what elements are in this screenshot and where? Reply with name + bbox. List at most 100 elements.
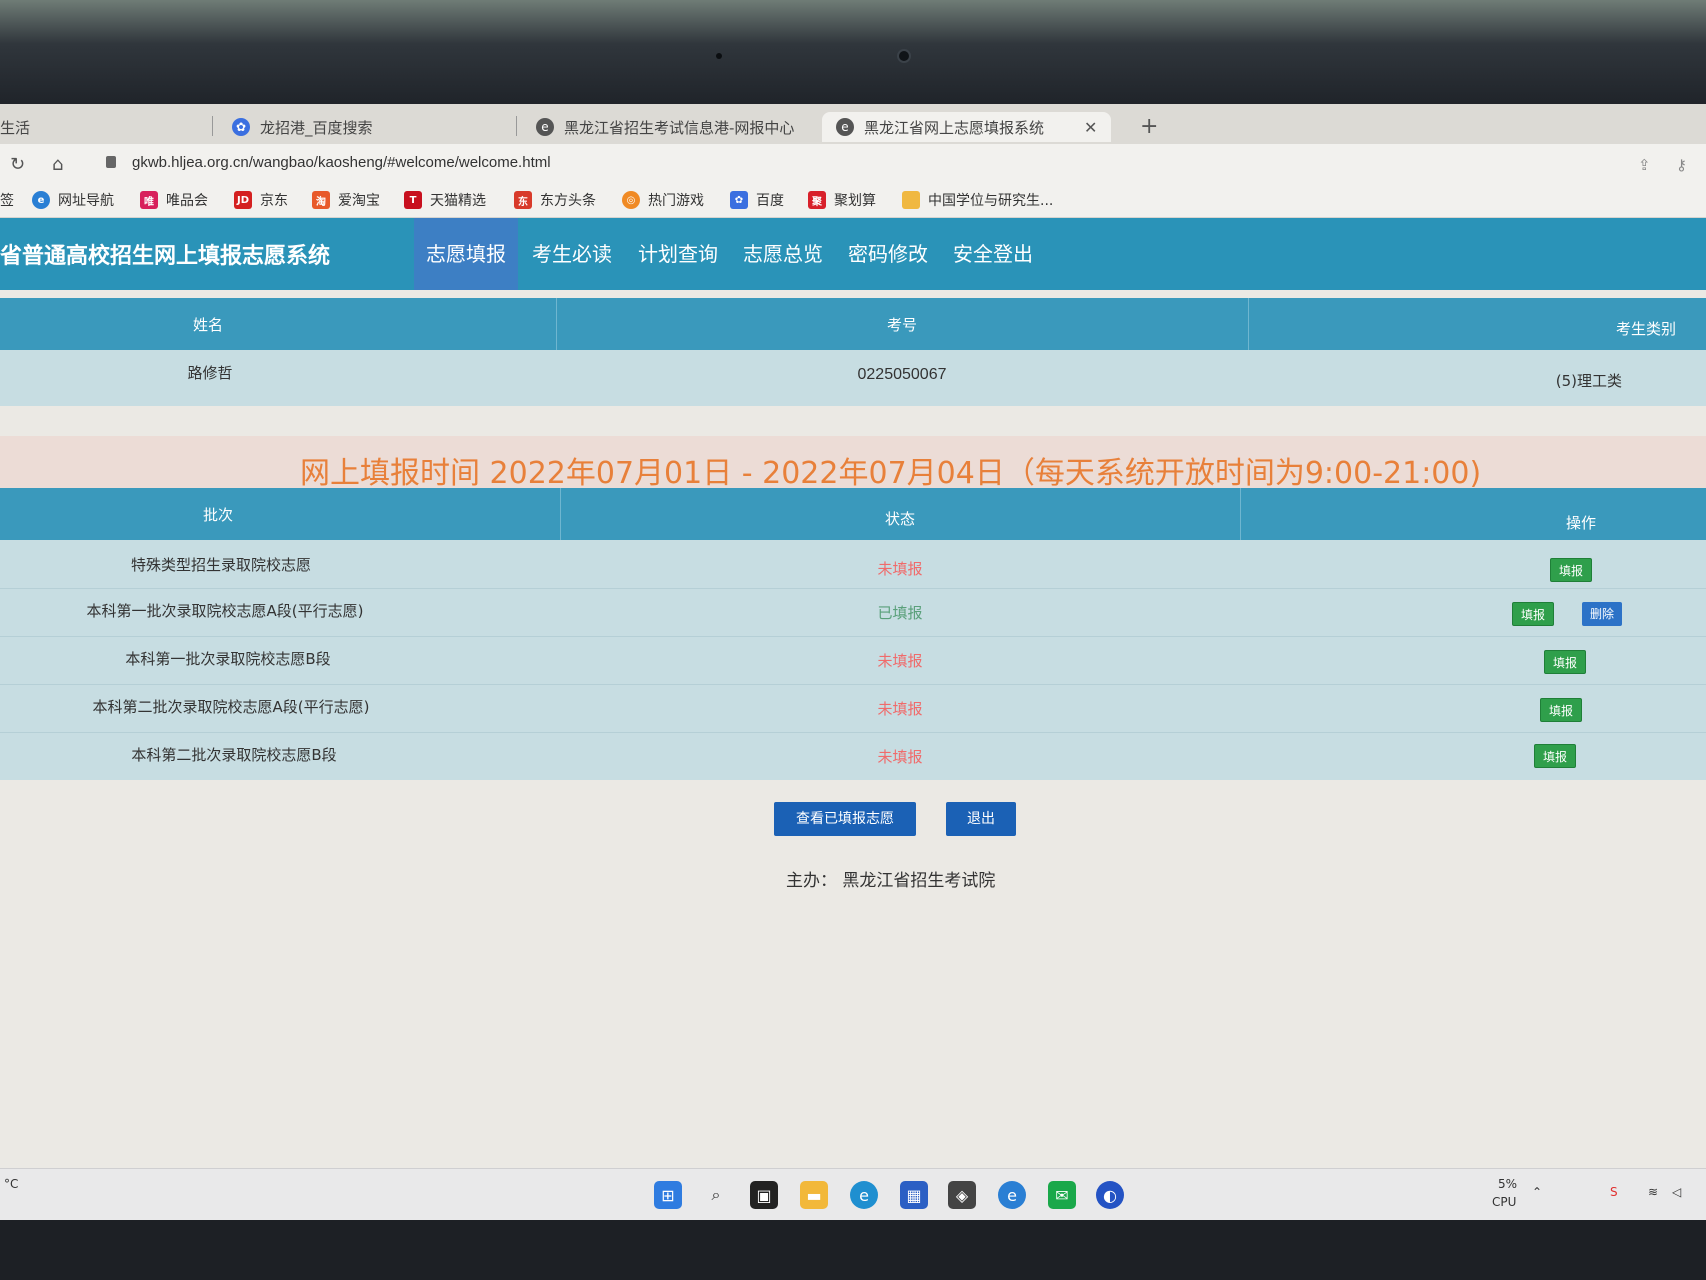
baidu-paw-icon: ✿ [232,118,250,136]
header-batch: 批次 [202,506,233,524]
vip-icon: 唯 [140,191,158,209]
app-icon[interactable]: ◈ [948,1181,976,1209]
bookmark-label: 签 [0,193,14,209]
bookmark-item[interactable]: 东东方头条 [514,190,596,210]
site-title: 省普通高校招生网上填报志愿系统 [0,244,331,269]
header-operation: 操作 [1565,514,1596,532]
bookmark-label: 中国学位与研究生... [928,193,1054,209]
browser-e-icon[interactable]: e [998,1181,1026,1209]
sensor-dot [716,53,722,59]
bookmark-item[interactable]: ◎ 热门游戏 [622,190,704,210]
jd-icon: JD [234,191,252,209]
student-category: (5)理工类 [1555,372,1622,390]
row-divider [0,588,1706,589]
taskbar: °C ⊞ ⌕ ▣ ▬ e ▦ ◈ e ✉ ◐ 5% CPU ⌃ S ≋ ◁ [0,1168,1706,1220]
toutiao-icon: 东 [514,191,532,209]
menu-password[interactable]: 密码修改 [836,218,940,290]
bookmark-label: 天猫精选 [430,193,486,209]
fill-button[interactable]: 填报 [1540,698,1583,722]
tab-label: 龙招港_百度搜索 [260,118,373,137]
e-icon: e [32,191,50,209]
reload-icon[interactable]: ↻ [10,154,25,175]
bookmark-label: 爱淘宝 [338,193,380,209]
folder-icon [902,191,920,209]
student-table-row: 路修哲 0225050067 (5)理工类 [0,350,1706,406]
file-explorer-icon[interactable]: ▬ [800,1181,828,1209]
bookmark-item[interactable]: JD 京东 [234,190,288,210]
header-category: 考生类别 [1615,320,1676,338]
chevron-up-icon[interactable]: ⌃ [1532,1185,1542,1199]
batch-status: 已填报 [877,604,923,622]
bookmark-label: 热门游戏 [648,193,704,209]
tab-separator [516,116,517,136]
volume-icon[interactable]: ◁ [1672,1185,1681,1199]
baidu-paw-icon: ✿ [730,191,748,209]
tab-life[interactable]: 生活 [0,112,30,142]
bookmark-item[interactable]: e 网址导航 [32,190,114,210]
store-icon[interactable]: ▦ [900,1181,928,1209]
delete-button[interactable]: 删除 [1582,602,1623,626]
row-divider [0,636,1706,637]
exit-button[interactable]: 退出 [946,802,1016,836]
bookmark-item[interactable]: 中国学位与研究生... [902,190,1053,210]
weather-temp: °C [4,1177,19,1191]
share-icon[interactable]: ⇪ [1638,156,1651,174]
key-icon[interactable]: ⚷ [1676,156,1687,174]
menu-plan-query[interactable]: 计划查询 [626,218,730,290]
batch-table-body: 特殊类型招生录取院校志愿 未填报 填报 本科第一批次录取院校志愿A段(平行志愿)… [0,540,1706,780]
menu-logout[interactable]: 安全登出 [941,218,1045,290]
tab-info-port[interactable]: e 黑龙江省招生考试信息港-网报中心 [536,112,794,142]
batch-name: 本科第一批次录取院校志愿A段(平行志愿) [86,602,364,620]
bookmark-label: 唯品会 [166,193,208,209]
task-view-icon[interactable]: ▣ [750,1181,778,1209]
windows-start-icon[interactable]: ⊞ [654,1181,682,1209]
student-table-header: 姓名 考号 考生类别 [0,298,1706,350]
search-icon[interactable]: ⌕ [702,1181,730,1209]
menu-overview[interactable]: 志愿总览 [731,218,835,290]
bookmark-label: 网址导航 [58,193,114,209]
wifi-icon[interactable]: ≋ [1648,1185,1658,1199]
fill-button[interactable]: 填报 [1550,558,1593,582]
bookmark-label: 聚划算 [834,193,876,209]
fill-button[interactable]: 填报 [1534,744,1577,768]
edge-icon[interactable]: e [850,1181,878,1209]
batch-status: 未填报 [877,700,923,718]
mail-icon[interactable]: ✉ [1048,1181,1076,1209]
monitor-bezel-top [0,0,1706,110]
close-icon[interactable]: ✕ [1084,118,1097,137]
app-blue-icon[interactable]: ◐ [1096,1181,1124,1209]
fill-button[interactable]: 填报 [1544,650,1587,674]
bookmark-item[interactable]: 淘爱淘宝 [312,190,380,210]
batch-status: 未填报 [877,748,923,766]
cpu-percent: 5% [1498,1177,1518,1191]
site-header: 省普通高校招生网上填报志愿系统 志愿填报 考生必读 计划查询 志愿总览 密码修改… [0,218,1706,290]
fill-time-text: 网上填报时间 2022年07月01日 - 2022年07月04日（每天系统开放时… [300,456,1482,491]
bookmark-label: 东方头条 [540,193,596,209]
bookmark-item[interactable]: T 天猫精选 [404,190,486,210]
sogou-icon[interactable]: S [1610,1185,1618,1199]
bookmark-item[interactable]: ✿ 百度 [730,190,784,210]
home-icon[interactable]: ⌂ [52,154,63,175]
url-field[interactable]: gkwb.hljea.org.cn/wangbao/kaosheng/#welc… [132,154,551,171]
tab-baidu-search[interactable]: ✿ 龙招港_百度搜索 [232,112,373,142]
address-bar: ↻ ⌂ gkwb.hljea.org.cn/wangbao/kaosheng/#… [0,144,1706,184]
tab-separator [212,116,213,136]
batch-name: 特殊类型招生录取院校志愿 [130,556,311,574]
tab-label: 黑龙江省网上志愿填报系统 [864,118,1045,137]
bookmark-item[interactable]: 唯唯品会 [140,190,208,210]
bookmark-item[interactable]: 签 [0,190,14,210]
juhuasuan-icon: 聚 [808,191,826,209]
browser-e-icon: e [836,118,854,136]
fill-button[interactable]: 填报 [1512,602,1555,626]
tmall-icon: T [404,191,422,209]
menu-must-read[interactable]: 考生必读 [520,218,624,290]
menu-volunteer-fill[interactable]: 志愿填报 [414,218,518,290]
lock-icon [106,156,116,168]
new-tab-plus-icon[interactable]: + [1140,114,1158,139]
tab-volunteer-system[interactable]: e 黑龙江省网上志愿填报系统 ✕ [822,112,1112,142]
view-filled-button[interactable]: 查看已填报志愿 [774,802,916,836]
bookmark-item[interactable]: 聚聚划算 [808,190,876,210]
header-exam-no: 考号 [886,316,917,334]
student-exam-no: 0225050067 [857,366,947,383]
batch-name: 本科第一批次录取院校志愿B段 [125,650,331,668]
